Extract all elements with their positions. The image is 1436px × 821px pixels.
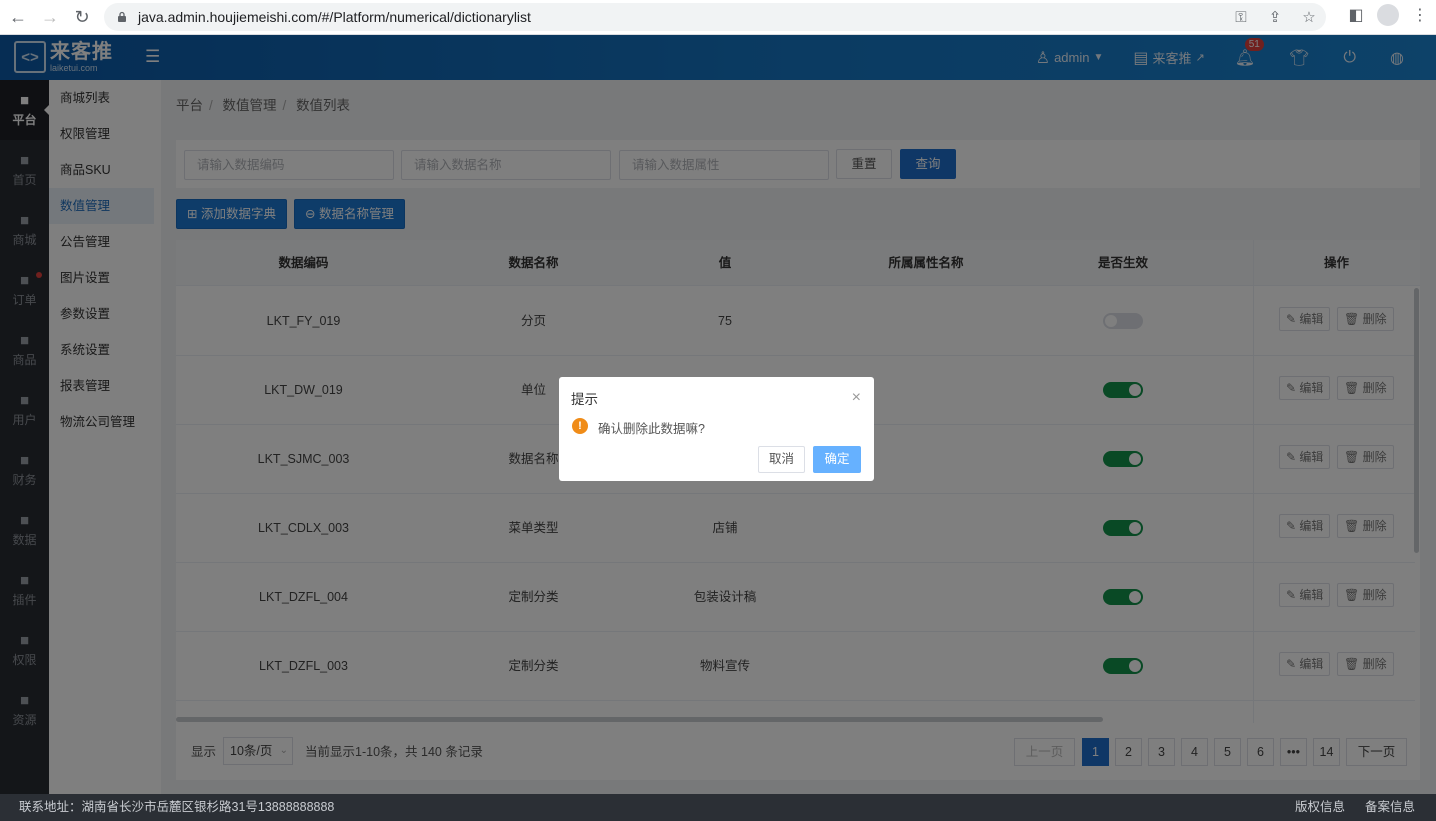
- confirm-dialog: 提示 × ! 确认删除此数据嘛? 取消 确定: [559, 377, 874, 481]
- dialog-message: 确认删除此数据嘛?: [598, 422, 705, 436]
- back-icon[interactable]: ←: [4, 3, 32, 31]
- share-icon[interactable]: ⇪: [1258, 8, 1292, 26]
- cancel-button[interactable]: 取消: [758, 446, 805, 473]
- forward-icon[interactable]: →: [36, 3, 64, 31]
- warning-icon: !: [572, 418, 588, 434]
- footer: 联系地址：湖南省长沙市岳麓区银杉路31号13888888888 版权信息 备案信…: [0, 794, 1436, 821]
- more-menu-icon[interactable]: ⋮: [1404, 5, 1436, 25]
- close-icon[interactable]: ×: [852, 389, 861, 407]
- lock-icon: [118, 11, 126, 22]
- confirm-button[interactable]: 确定: [813, 446, 861, 473]
- address-bar[interactable]: java.admin.houjiemeishi.com/#/Platform/n…: [104, 3, 1326, 31]
- copyright-link[interactable]: 版权信息: [1295, 794, 1345, 821]
- icp-link[interactable]: 备案信息: [1365, 794, 1415, 821]
- browser-toolbar: ← → ↻ java.admin.houjiemeishi.com/#/Plat…: [0, 0, 1436, 35]
- profile-avatar-icon[interactable]: [1377, 4, 1399, 26]
- key-icon[interactable]: ⚿: [1224, 9, 1258, 26]
- sidepanel-icon[interactable]: ◧: [1340, 5, 1372, 25]
- url-text: java.admin.houjiemeishi.com/#/Platform/n…: [138, 9, 531, 25]
- dialog-title: 提示: [571, 392, 598, 407]
- reload-icon[interactable]: ↻: [68, 3, 96, 31]
- footer-address: 联系地址：湖南省长沙市岳麓区银杉路31号13888888888: [19, 800, 335, 814]
- bookmark-star-icon[interactable]: ☆: [1292, 8, 1326, 26]
